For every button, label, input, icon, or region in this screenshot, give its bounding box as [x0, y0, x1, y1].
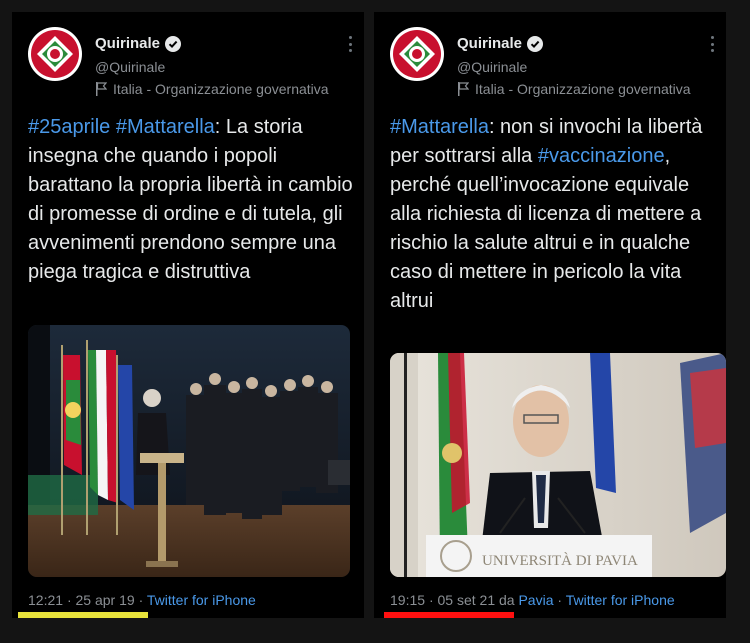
separator: · [428, 592, 434, 608]
tweet-text-segment: , perché quell’invocazione equivale alla… [390, 145, 702, 312]
separator: · [138, 592, 144, 608]
tweet-card-left: Quirinale @Quirinale Italia - Organizzaz… [12, 12, 364, 618]
tweet-text: #25aprile #Mattarella: La storia insegna… [28, 113, 358, 287]
podium-text: UNIVERSITÀ DI PAVIA [482, 552, 638, 569]
location-prefix: da [499, 592, 515, 608]
avatar[interactable] [28, 27, 82, 81]
location-link[interactable]: Pavia [518, 592, 553, 608]
avatar[interactable] [390, 27, 444, 81]
tweet-time[interactable]: 12:21 [28, 592, 63, 608]
account-label-text: Italia - Organizzazione governativa [113, 81, 329, 97]
tweet-date[interactable]: 25 apr 19 [76, 592, 135, 608]
tweet-photo[interactable] [28, 325, 350, 577]
highlight-underline-yellow [18, 612, 148, 618]
hashtag-link[interactable]: #vaccinazione [538, 145, 665, 167]
account-handle[interactable]: @Quirinale [95, 59, 165, 75]
tweet-card-right: Quirinale @Quirinale Italia - Organizzaz… [374, 12, 726, 618]
tweet-time[interactable]: 19:15 [390, 592, 425, 608]
hashtag-link[interactable]: #Mattarella [116, 116, 215, 138]
account-name[interactable]: Quirinale [95, 35, 182, 52]
account-label: Italia - Organizzazione governativa [457, 81, 691, 97]
account-label: Italia - Organizzazione governativa [95, 81, 329, 97]
separator: · [557, 592, 563, 608]
hashtag-link[interactable]: #25aprile [28, 116, 110, 138]
tweet-source-link[interactable]: Twitter for iPhone [566, 592, 675, 608]
account-name-text[interactable]: Quirinale [457, 35, 522, 52]
tweet-text: #Mattarella: non si invochi la libertà p… [390, 113, 720, 316]
tweet-photo[interactable]: UNIVERSITÀ DI PAVIA [390, 353, 726, 577]
highlight-underline-red [384, 612, 514, 618]
more-options-icon[interactable] [348, 36, 352, 52]
tweet-meta: 19:15 · 05 set 21 da Pavia · Twitter for… [390, 592, 675, 608]
tweet-source-link[interactable]: Twitter for iPhone [147, 592, 256, 608]
account-handle[interactable]: @Quirinale [457, 59, 527, 75]
flag-icon [96, 82, 107, 96]
hashtag-link[interactable]: #Mattarella [390, 116, 489, 138]
verified-icon [527, 35, 544, 52]
more-options-icon[interactable] [710, 36, 714, 52]
tweet-meta: 12:21 · 25 apr 19 · Twitter for iPhone [28, 592, 256, 608]
tweet-text-segment: : La storia insegna che quando i popoli … [28, 116, 353, 283]
account-name-text[interactable]: Quirinale [95, 35, 160, 52]
account-label-text: Italia - Organizzazione governativa [475, 81, 691, 97]
separator: · [66, 592, 72, 608]
account-name[interactable]: Quirinale [457, 35, 544, 52]
tweet-date[interactable]: 05 set 21 [438, 592, 496, 608]
flag-icon [458, 82, 469, 96]
verified-icon [165, 35, 182, 52]
